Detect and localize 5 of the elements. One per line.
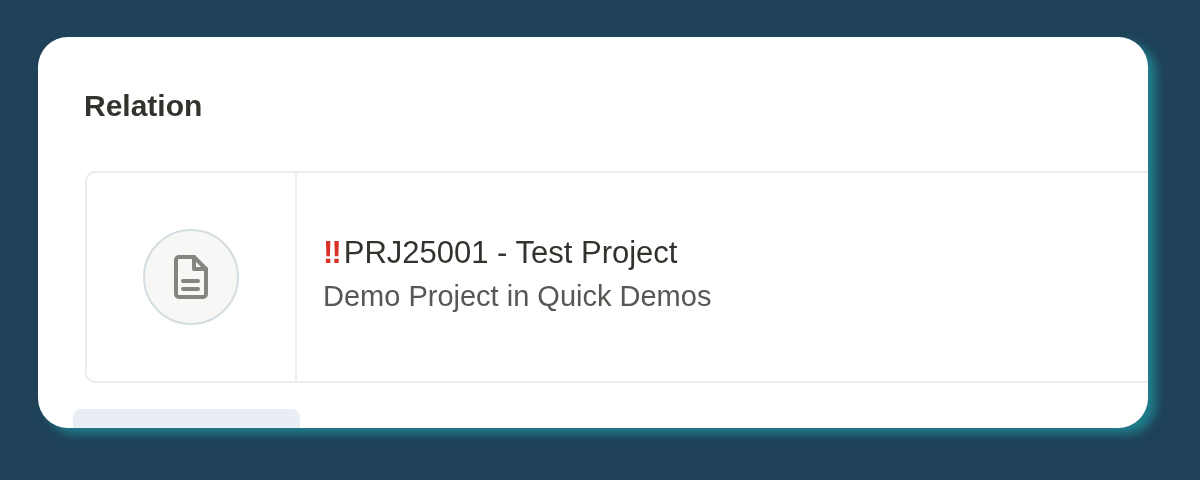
relation-subtitle: Demo Project in Quick Demos (323, 282, 712, 311)
section-title: Relation (84, 91, 203, 121)
relation-title: PRJ25001 - Test Project (343, 237, 678, 268)
priority-mark: ‼ (323, 237, 340, 268)
relation-item[interactable]: ‼PRJ25001 - Test Project Demo Project in Quick Demos (85, 171, 1148, 383)
